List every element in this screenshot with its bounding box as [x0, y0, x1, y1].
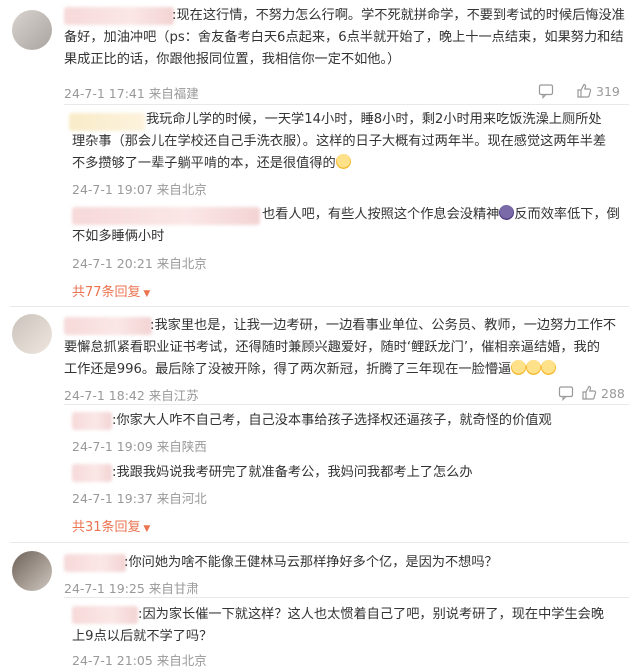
reply-text: :你家大人咋不自己考，自己没本事给孩子选择权还逼孩子，就奇怪的价值观 [112, 413, 552, 428]
reply-text: 上9点以后就不学了吗？ [72, 629, 213, 644]
reply-meta: 24-7-1 21:05 来自北京 [72, 653, 207, 668]
like-button[interactable]: 319 [576, 83, 620, 99]
reply-text: :我跟我妈说我考研完了就准备考公，我妈问我都考上了怎么办 [112, 465, 473, 480]
reply-text: 不多攒够了一辈子躺平啃的本，还是很值得的 [72, 153, 351, 175]
reply-icon[interactable] [558, 385, 574, 401]
comment-meta: 24-7-1 19:25 来自甘肃 [64, 581, 199, 596]
like-count: 319 [596, 83, 620, 99]
reply-meta: 24-7-1 19:37 来自河北 [72, 491, 207, 506]
avatar[interactable] [12, 10, 52, 50]
comment-feed: :现在这行情，不努力怎么行啊。学不死就拼命学，不要到考试的时候后悔没准 备好，加… [0, 0, 639, 671]
reply-text: 也看人吧，有些人按照这个作息会没精神 反而效率低下，倒 [262, 205, 620, 222]
emoji-icon [526, 360, 542, 375]
comment-text: 工作还是996。最后除了没被开除，得了两次新冠，折腾了三年现在一脸懵逼 [64, 359, 557, 381]
divider [64, 404, 629, 405]
divider [10, 306, 629, 307]
comment-text: :我家里也是，让我一边考研，一边看事业单位、公务员、教师，一边努力工作不 [150, 318, 617, 333]
reply-meta: 24-7-1 19:07 来自北京 [72, 182, 207, 197]
more-replies-link[interactable]: 共77条回复 ▼ [72, 281, 150, 300]
reply-text: 我玩命儿学的时候，一天学14小时，睡8小时，剩2小时用来吃饭洗澡上厕所处 [146, 112, 602, 127]
reply-meta: 24-7-1 20:21 来自北京 [72, 256, 207, 271]
username-blurred[interactable] [72, 606, 138, 624]
thumbs-up-icon [577, 83, 592, 98]
username-blurred[interactable] [72, 464, 112, 482]
emoji-icon [541, 360, 557, 375]
emoji-icon [511, 360, 527, 375]
comment-meta: 24-7-1 18:42 来自江苏 [64, 388, 199, 403]
like-count: 288 [601, 385, 625, 401]
reply-text: :因为家长催一下就这样？这人也太惯着自己了吧，别说考研了，现在中学生会晚 [138, 607, 605, 622]
thumbs-up-icon [582, 385, 597, 400]
reply-text: 不如多睡俩小时 [72, 229, 165, 244]
comment-text: 备好，加油冲吧（ps：舍友备考白天6点起来，6点半就开始了，晚上十一点结束，如果… [64, 30, 624, 45]
more-replies-link[interactable]: 共31条回复 ▼ [72, 516, 150, 535]
chevron-down-icon: ▼ [140, 524, 151, 534]
username-blurred[interactable] [72, 207, 260, 225]
avatar[interactable] [12, 314, 52, 354]
reply-text: 理杂事（那会儿在学校还自己手洗衣服）。这样的日子大概有过两年半。现在感觉这两年半… [72, 134, 607, 149]
reply-icon[interactable] [538, 83, 554, 99]
comment-meta: 24-7-1 17:41 来自福建 [64, 86, 199, 101]
comment-text: 果成正比的话，你跟他报同位置，我相信你一定不如他。） [64, 52, 401, 67]
comment-text: 要懈怠抓紧看职业证书考试，还得随时兼顾兴趣爱好，随时‘鲤跃龙门’，催相亲逼结婚，… [64, 340, 600, 355]
divider [10, 542, 629, 543]
like-button[interactable]: 288 [581, 385, 625, 401]
chevron-down-icon: ▼ [140, 289, 151, 299]
username-blurred[interactable] [64, 317, 152, 335]
emoji-icon [335, 154, 351, 169]
comment-text: :现在这行情，不努力怎么行啊。学不死就拼命学，不要到考试的时候后悔没准 [172, 8, 625, 23]
username-blurred[interactable] [64, 7, 174, 25]
divider [64, 104, 629, 105]
username-blurred[interactable] [69, 113, 145, 131]
username-blurred[interactable] [64, 554, 126, 572]
emoji-icon [499, 205, 515, 220]
avatar[interactable] [12, 551, 52, 591]
comment-text: :你问她为啥不能像王健林马云那样挣好多个亿，是因为不想吗？ [124, 555, 498, 570]
reply-meta: 24-7-1 19:09 来自陕西 [72, 439, 207, 454]
username-blurred[interactable] [72, 412, 112, 430]
divider [64, 597, 629, 598]
